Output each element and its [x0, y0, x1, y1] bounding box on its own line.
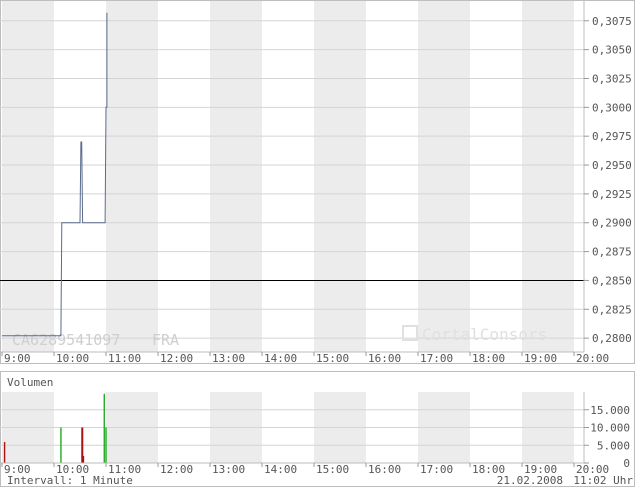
volume-x-tick-label: 17:00: [420, 463, 453, 476]
price-y-tick-label: 0,2875: [592, 246, 632, 259]
volume-x-tick-label: 13:00: [212, 463, 245, 476]
volume-x-tick-label: 12:00: [160, 463, 193, 476]
price-x-tick-label: 14:00: [264, 352, 297, 365]
price-y-tick-label: 0,2975: [592, 130, 632, 143]
price-x-tick-label: 13:00: [212, 352, 245, 365]
price-band: [106, 1, 158, 352]
chart-widget: CortalConsors CA6289541097 FRA 0,3075 0,3…: [0, 0, 640, 492]
price-x-tick-label: 19:00: [524, 352, 557, 365]
volume-x-tick-label: 16:00: [368, 463, 401, 476]
price-y-tick-label: 0,3050: [592, 44, 632, 57]
price-y-tick-label: 0,2950: [592, 159, 632, 172]
price-panel: CortalConsors CA6289541097 FRA 0,3075 0,3…: [0, 0, 635, 365]
price-y-tick-label: 0,2800: [592, 332, 632, 345]
chart-svg: CortalConsors CA6289541097 FRA 0,3075 0,3…: [0, 0, 635, 487]
price-x-tick-label: 16:00: [368, 352, 401, 365]
price-band: [418, 1, 470, 352]
volume-y-tick-label: 5.000: [597, 439, 630, 452]
volume-title: Volumen: [7, 376, 53, 389]
watermark-text: CortalConsors: [422, 325, 547, 344]
exchange-label: FRA: [152, 331, 179, 349]
price-y-tick-label: 0,3025: [592, 72, 632, 85]
price-band: [2, 1, 54, 352]
price-x-tick-label: 11:00: [108, 352, 141, 365]
price-y-tick-label: 0,3075: [592, 15, 632, 28]
interval-label: Intervall: 1 Minute: [7, 474, 133, 487]
price-y-tick-label: 0,2900: [592, 217, 632, 230]
price-band: [210, 1, 262, 352]
volume-panel: Volumen 15.00010.0005.0000 9:00 10:00 11:0…: [0, 371, 635, 487]
volume-y-tick-label: 15.000: [590, 404, 630, 417]
price-y-tick-label: 0,2825: [592, 303, 632, 316]
volume-y-tick-label: 0: [623, 457, 630, 470]
price-band: [522, 1, 574, 352]
price-x-tick-label: 15:00: [316, 352, 349, 365]
price-y-tick-label: 0,3000: [592, 101, 632, 114]
time-label: 11:02 Uhr: [573, 474, 633, 487]
volume-x-tick-label: 15:00: [316, 463, 349, 476]
price-x-tick-label: 18:00: [472, 352, 505, 365]
price-x-tick-label: 17:00: [420, 352, 453, 365]
isin-label: CA6289541097: [12, 331, 120, 349]
volume-y-tick-label: 10.000: [590, 422, 630, 435]
price-x-tick-label: 9:00: [4, 352, 31, 365]
watermark: CortalConsors: [402, 325, 547, 344]
price-x-tick-label: 20:00: [576, 352, 609, 365]
price-band: [314, 1, 366, 352]
price-x-tick-label: 12:00: [160, 352, 193, 365]
price-y-tick-label: 0,2925: [592, 188, 632, 201]
volume-x-tick-label: 14:00: [264, 463, 297, 476]
price-x-tick-label: 10:00: [56, 352, 89, 365]
date-label: 21.02.2008: [497, 474, 563, 487]
price-y-tick-label: 0,2850: [592, 274, 632, 287]
